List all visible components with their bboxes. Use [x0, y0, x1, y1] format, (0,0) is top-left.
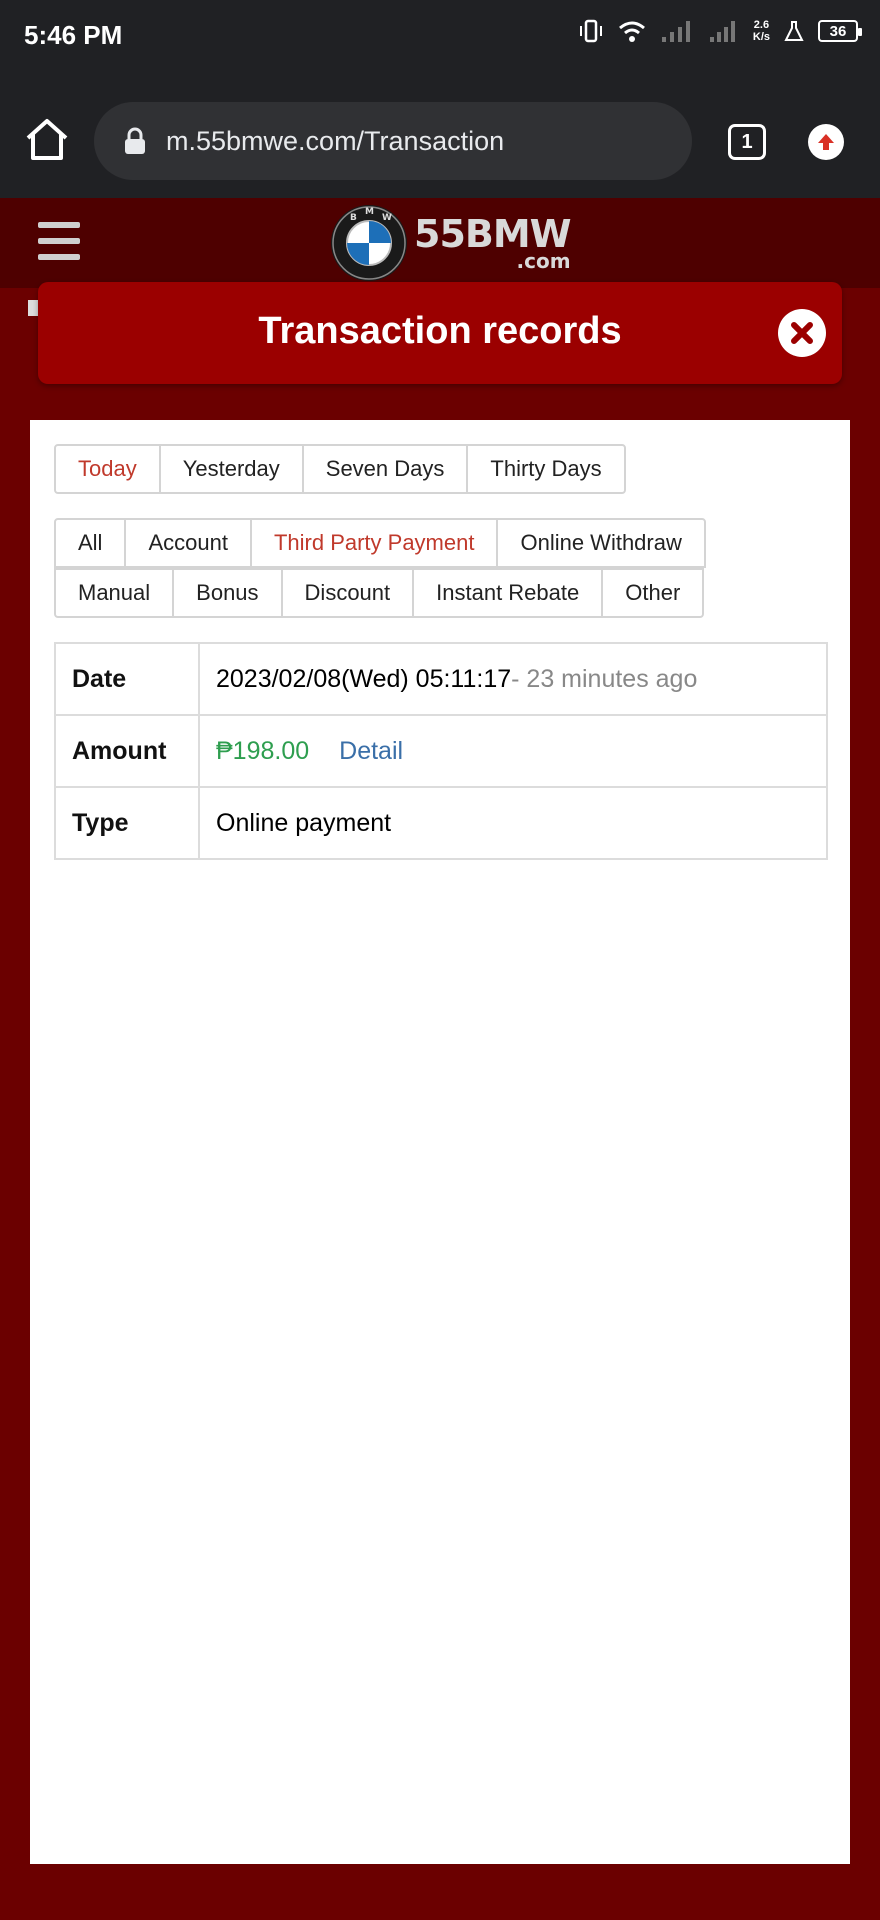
date-label: Date: [54, 642, 200, 716]
lock-icon: [122, 126, 148, 156]
type-value: Online payment: [198, 786, 828, 860]
site-logo[interactable]: B M W 55BMW .com: [330, 204, 572, 282]
type-discount[interactable]: Discount: [280, 568, 415, 618]
table-row: Amount ₱198.00 Detail: [54, 714, 828, 788]
amount-label: Amount: [54, 714, 200, 788]
modal-title: Transaction records: [258, 310, 622, 352]
modal-header: Transaction records: [38, 282, 842, 384]
update-icon[interactable]: [808, 124, 844, 160]
svg-text:W: W: [382, 213, 392, 223]
transaction-panel: Today Yesterday Seven Days Thirty Days A…: [30, 420, 850, 1864]
type-account[interactable]: Account: [124, 518, 252, 568]
tab-switcher-button[interactable]: 1: [728, 124, 766, 160]
signal-icon: [661, 19, 695, 43]
table-row: Type Online payment: [54, 786, 828, 860]
type-filter-row-1: All Account Third Party Payment Online W…: [54, 518, 706, 568]
network-speed: 2.6 K/s: [753, 19, 770, 43]
period-today[interactable]: Today: [54, 444, 161, 494]
type-manual[interactable]: Manual: [54, 568, 175, 618]
flask-icon: [784, 20, 804, 42]
svg-text:M: M: [365, 207, 374, 217]
transaction-table: Date 2023/02/08(Wed) 05:11:17- 23 minute…: [54, 642, 828, 860]
wifi-icon: [617, 18, 647, 44]
type-filter-row-2: Manual Bonus Discount Instant Rebate Oth…: [54, 568, 705, 618]
status-icons: 2.6 K/s 36: [579, 18, 862, 44]
type-other[interactable]: Other: [601, 568, 705, 618]
home-icon[interactable]: [22, 116, 72, 162]
status-time: 5:46 PM: [24, 20, 123, 50]
type-third-party-payment[interactable]: Third Party Payment: [249, 518, 499, 568]
type-instant-rebate[interactable]: Instant Rebate: [412, 568, 604, 618]
close-icon[interactable]: [778, 309, 826, 357]
battery-icon: 36: [818, 20, 862, 42]
bmw-badge-icon: B M W: [331, 205, 407, 281]
type-online-withdraw[interactable]: Online Withdraw: [496, 518, 706, 568]
speed-value: 2.6: [753, 19, 770, 31]
logo-main-text: 55BMW: [414, 212, 572, 256]
url-text: m.55bmwe.com/Transaction: [166, 125, 505, 156]
type-label: Type: [54, 786, 200, 860]
vibrate-icon: [579, 18, 603, 44]
date-ago: - 23 minutes ago: [511, 664, 698, 693]
logo-text: 55BMW .com: [414, 212, 572, 271]
detail-link[interactable]: Detail: [339, 737, 403, 765]
signal-2-icon: [709, 19, 739, 43]
type-bonus[interactable]: Bonus: [172, 568, 283, 618]
table-row: Date 2023/02/08(Wed) 05:11:17- 23 minute…: [54, 642, 828, 716]
amount-value: ₱198.00: [216, 736, 310, 765]
svg-text:B: B: [350, 213, 357, 223]
period-thirty-days[interactable]: Thirty Days: [466, 444, 626, 494]
date-value: 2023/02/08(Wed) 05:11:17: [216, 664, 512, 693]
menu-icon[interactable]: [38, 222, 80, 260]
browser-toolbar: m.55bmwe.com/Transaction 1: [0, 72, 880, 198]
status-bar: 5:46 PM 2.6 K/s 36: [0, 0, 880, 72]
date-cell: 2023/02/08(Wed) 05:11:17- 23 minutes ago: [198, 642, 828, 716]
site-header: B M W 55BMW .com: [0, 198, 880, 288]
period-filter: Today Yesterday Seven Days Thirty Days: [54, 444, 626, 494]
type-all[interactable]: All: [54, 518, 127, 568]
period-seven-days[interactable]: Seven Days: [301, 444, 469, 494]
address-bar[interactable]: m.55bmwe.com/Transaction: [94, 102, 692, 180]
speed-unit: K/s: [752, 31, 770, 43]
amount-cell: ₱198.00 Detail: [198, 714, 828, 788]
period-yesterday[interactable]: Yesterday: [158, 444, 304, 494]
